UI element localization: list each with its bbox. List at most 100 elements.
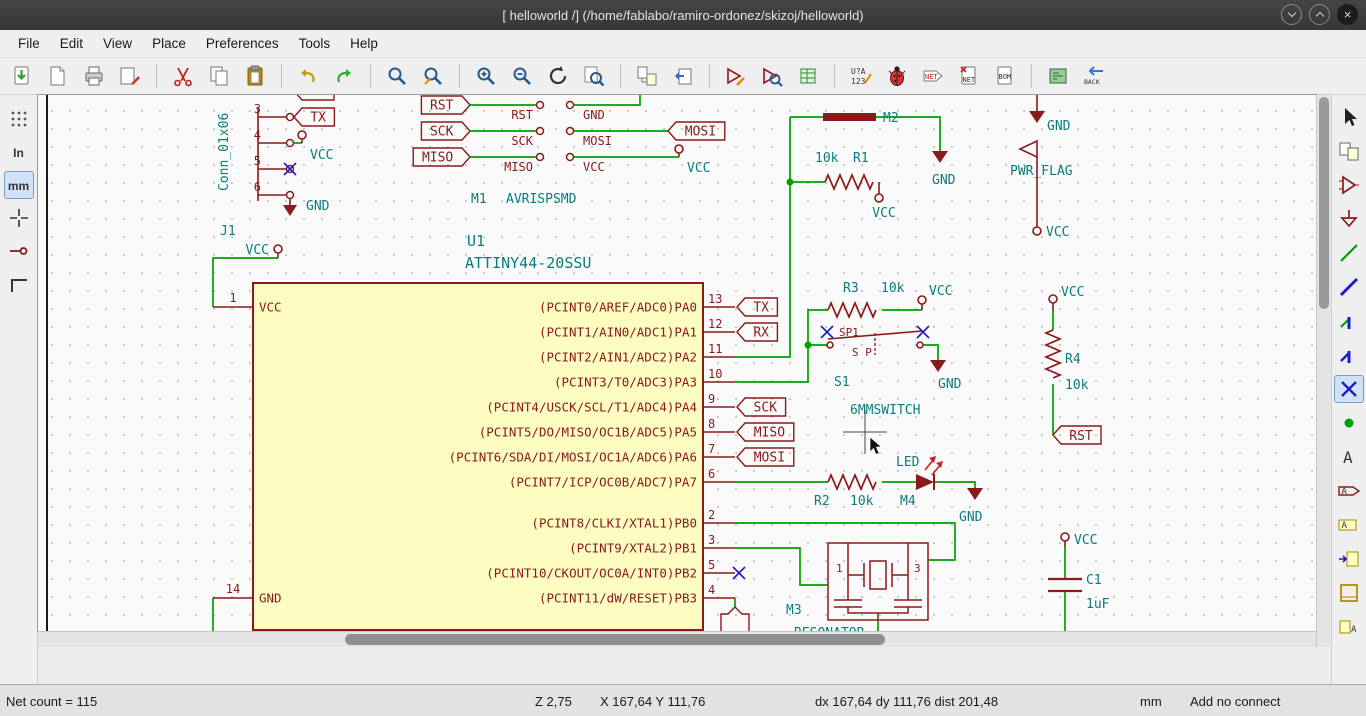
pin-name: (PCINT0/AREF/ADC0)PA0 (539, 300, 697, 315)
component-r1[interactable]: 10k R1 VCC (815, 151, 896, 221)
svg-text:J1: J1 (220, 224, 236, 239)
bottom-filler (38, 647, 1316, 684)
toolbar-separator (1031, 64, 1032, 88)
hv-wire-mode-button[interactable] (4, 270, 34, 298)
print-button[interactable] (80, 62, 108, 90)
leave-sheet-button[interactable] (669, 62, 697, 90)
window-shade-button[interactable] (1281, 4, 1302, 25)
redo-button[interactable] (330, 62, 358, 90)
zoom-redraw-button[interactable] (544, 62, 572, 90)
menu-item-file[interactable]: File (8, 32, 50, 55)
menu-item-view[interactable]: View (93, 32, 142, 55)
bom-button[interactable]: BOM (991, 62, 1019, 90)
place-hierarchical-sheet-button[interactable] (1334, 579, 1364, 607)
place-bus-button[interactable] (1334, 273, 1364, 301)
component-m4-led[interactable]: LED M4 GND (896, 455, 983, 525)
pin-name: (PCINT9/XTAL2)PB1 (569, 541, 697, 556)
pcbnew-button[interactable] (1044, 62, 1072, 90)
erc-button[interactable] (883, 62, 911, 90)
copy-button[interactable] (205, 62, 233, 90)
menu-item-tools[interactable]: Tools (289, 32, 341, 55)
paste-button[interactable] (241, 62, 269, 90)
svg-text:M3: M3 (786, 603, 802, 618)
find-replace-button[interactable] (419, 62, 447, 90)
horizontal-scrollbar[interactable] (38, 631, 1316, 647)
place-global-label-button[interactable]: A (1334, 477, 1364, 505)
component-j1[interactable]: Conn_01x06 J1 3 TX 4 VCC 5 6 GND (217, 95, 336, 239)
component-m3-resonator[interactable]: 1 3 M3 RESONATOR (786, 542, 929, 631)
units-mm-button[interactable]: mm (3, 171, 34, 199)
bus-to-bus-entry-button[interactable] (1334, 341, 1364, 369)
window-maximize-button[interactable] (1309, 4, 1330, 25)
library-editor-button[interactable] (722, 62, 750, 90)
navigate-hierarchy-button[interactable] (633, 62, 661, 90)
grid-toggle-button[interactable] (4, 105, 34, 133)
svg-text:U1: U1 (467, 232, 485, 250)
pin-name: (PCINT7/ICP/OC0B/ADC7)PA7 (509, 475, 697, 490)
units-inches-button[interactable]: In (4, 138, 34, 166)
window-close-button[interactable]: × (1337, 4, 1358, 25)
vertical-scrollbar-thumb[interactable] (1319, 97, 1329, 309)
menu-item-help[interactable]: Help (340, 32, 388, 55)
component-r2[interactable]: R2 10k (814, 472, 877, 509)
svg-text:RST: RST (1069, 429, 1093, 444)
place-wire-button[interactable] (1334, 239, 1364, 267)
hierarchy-navigator-button[interactable] (1334, 137, 1364, 165)
place-hierarchical-label-button[interactable]: A (1334, 511, 1364, 539)
library-browser-button[interactable] (758, 62, 786, 90)
zoom-out-button[interactable] (508, 62, 536, 90)
place-power-port-button[interactable] (1334, 205, 1364, 233)
horizontal-scrollbar-thumb[interactable] (345, 634, 885, 645)
back-annotate-button[interactable]: BACK (1080, 62, 1108, 90)
place-no-connect-button[interactable] (1334, 375, 1364, 403)
cursor-shape-button[interactable] (4, 204, 34, 232)
sheet-settings-button[interactable] (44, 62, 72, 90)
svg-text:PWR_FLAG: PWR_FLAG (1010, 164, 1073, 179)
cut-button[interactable] (169, 62, 197, 90)
place-sheet-pin-button[interactable]: A (1334, 613, 1364, 641)
svg-text:1uF: 1uF (1086, 597, 1110, 612)
save-button[interactable] (8, 62, 36, 90)
component-m2[interactable]: M2 GND (823, 111, 956, 188)
import-sheet-pin-button[interactable] (1334, 545, 1364, 573)
component-c1[interactable]: VCC C1 1uF (1048, 532, 1110, 612)
schematic-canvas[interactable]: U1 ATTINY44-20SSU 13 (PCINT0/AREF/ADC0)PA… (37, 94, 1317, 632)
find-button[interactable] (383, 62, 411, 90)
component-r3[interactable]: R3 10k VCC (827, 281, 952, 320)
select-tool-button[interactable] (1334, 103, 1364, 131)
chevron-down-icon (1287, 8, 1296, 18)
no-connect-x (820, 325, 834, 339)
annotate-button[interactable]: U?A 123 (847, 62, 875, 90)
menu-item-preferences[interactable]: Preferences (196, 32, 289, 55)
menu-item-edit[interactable]: Edit (50, 32, 93, 55)
toolbar-separator (281, 64, 282, 88)
svg-text:ATTINY44-20SSU: ATTINY44-20SSU (465, 254, 591, 272)
pin-number: 1 (229, 291, 236, 305)
vcc-symbol (1032, 226, 1042, 236)
show-hidden-pins-button[interactable] (4, 237, 34, 265)
menu-item-place[interactable]: Place (142, 32, 196, 55)
component-u1[interactable]: U1 ATTINY44-20SSU 13(PCINT0/AREF/ADC0)PA… (213, 232, 795, 631)
netlist-button[interactable]: NET (919, 62, 947, 90)
undo-button[interactable] (294, 62, 322, 90)
place-junction-button[interactable] (1334, 409, 1364, 437)
svg-text:Conn_01x06: Conn_01x06 (217, 113, 232, 191)
power-flag[interactable]: GND PWR_FLAG VCC (1010, 95, 1073, 240)
cvpcb-button[interactable]: NET (955, 62, 983, 90)
component-m1[interactable]: M1 AVRISPSMD RST RST SCK SCK MISO MISO GND MOSI… (412, 95, 726, 207)
place-component-button[interactable] (1334, 171, 1364, 199)
zoom-in-button[interactable] (472, 62, 500, 90)
component-s1[interactable]: SP1 S P S1 6MMSWITCH GND (820, 325, 962, 418)
svg-text:R2: R2 (814, 494, 830, 509)
wire-to-bus-entry-button[interactable] (1334, 307, 1364, 335)
pin-name: VCC (259, 300, 282, 315)
component-r4[interactable]: VCC R4 10k RST (1043, 285, 1102, 445)
power-vcc-pin1[interactable]: VCC (246, 243, 283, 258)
vertical-scrollbar[interactable] (1316, 95, 1331, 647)
place-net-label-button[interactable]: A (1334, 443, 1364, 471)
toolbar-separator (370, 64, 371, 88)
svg-text:VCC: VCC (687, 161, 710, 176)
zoom-fit-button[interactable] (580, 62, 608, 90)
edit-fields-button[interactable] (794, 62, 822, 90)
plot-button[interactable] (116, 62, 144, 90)
